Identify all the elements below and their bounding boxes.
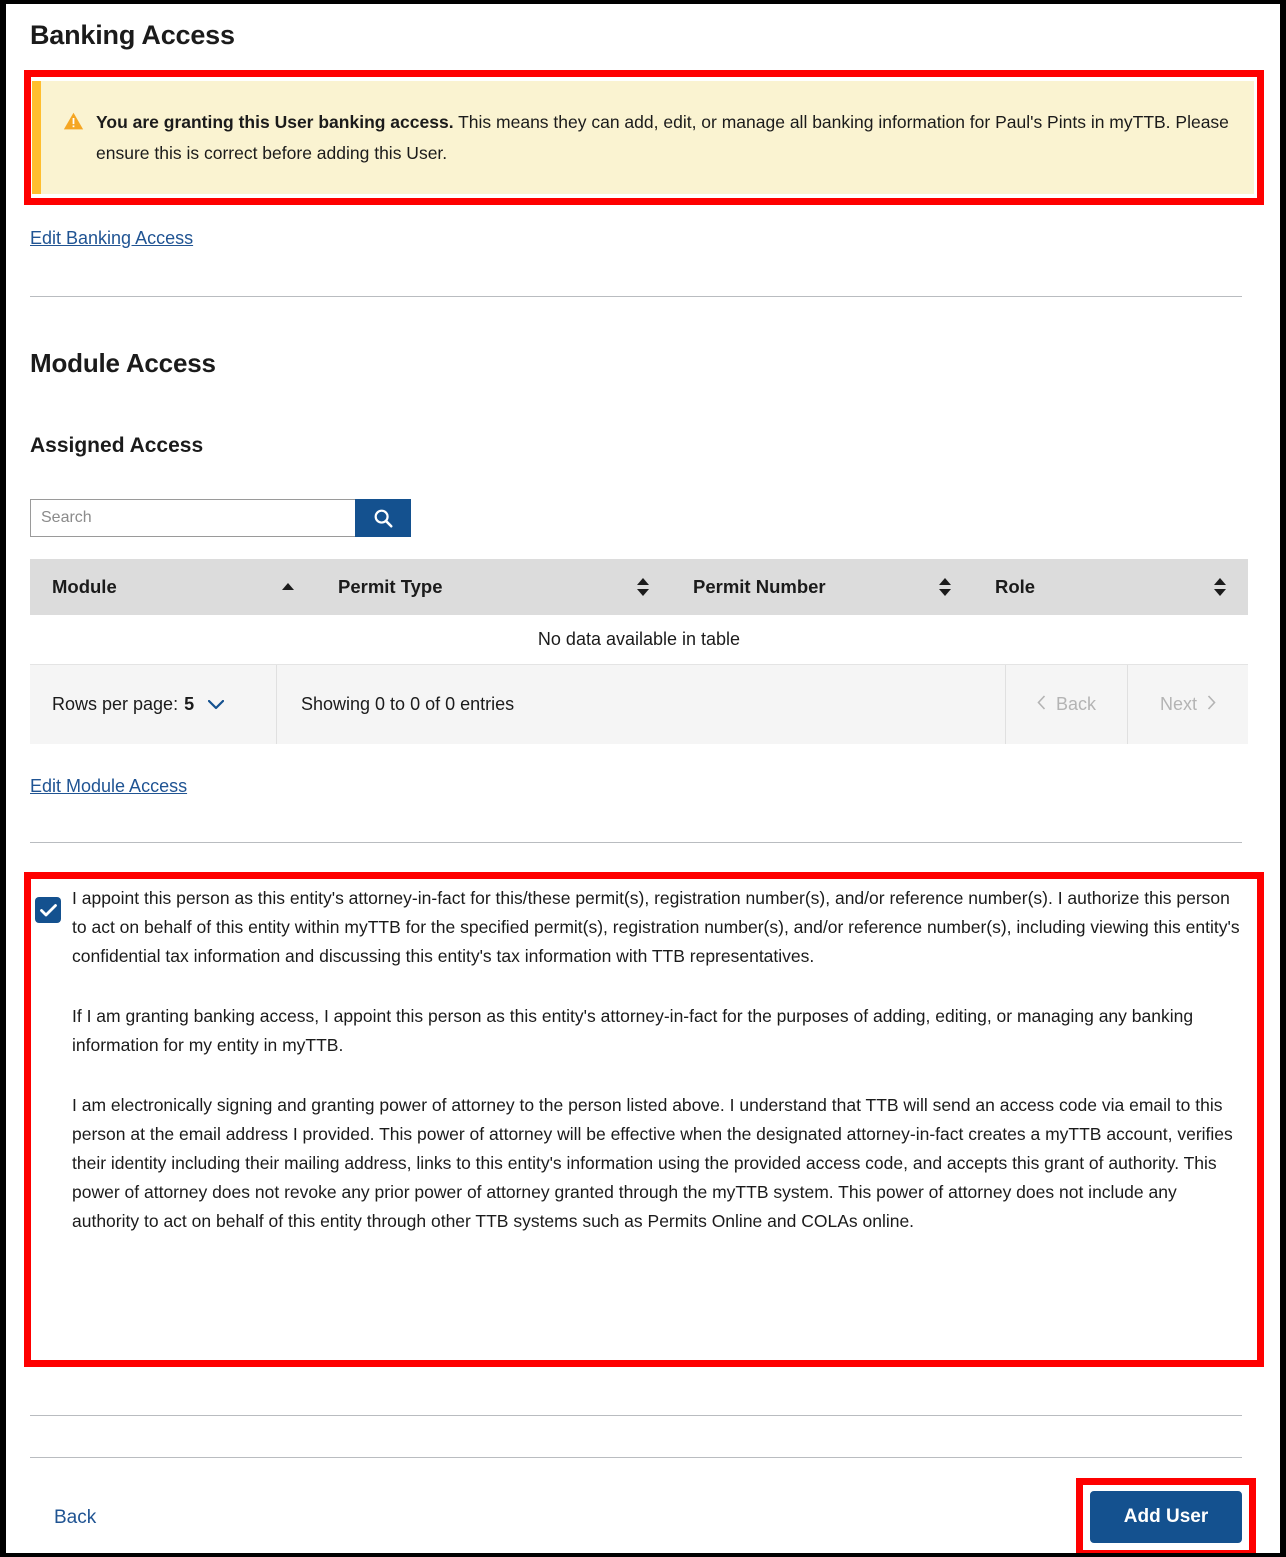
showing-entries-text: Showing 0 to 0 of 0 entries (277, 665, 1006, 744)
rows-per-page-label: Rows per page: (52, 694, 179, 714)
poa-paragraph-2: If I am granting banking access, I appoi… (72, 1006, 1194, 1055)
pagination-back-button[interactable]: Back (1006, 665, 1127, 744)
table-empty-message: No data available in table (30, 615, 1248, 664)
footer-divider-2 (30, 1457, 1242, 1458)
chevron-left-icon (1037, 694, 1046, 715)
rows-per-page-value: 5 (184, 694, 195, 714)
column-header-module[interactable]: Module (30, 559, 316, 615)
column-header-role-label: Role (995, 576, 1036, 597)
page-root: Banking Access You are granting this Use… (6, 4, 1280, 1553)
alert-bold-text: You are granting this User banking acces… (96, 112, 454, 132)
poa-paragraph-3: I am electronically signing and granting… (72, 1095, 1233, 1231)
check-icon (39, 903, 57, 916)
add-user-button[interactable]: Add User (1090, 1491, 1242, 1543)
chevron-down-icon (208, 699, 225, 710)
back-button[interactable]: Back (54, 1507, 96, 1529)
sort-both-icon (1214, 578, 1226, 596)
banking-access-alert-text: You are granting this User banking acces… (96, 107, 1236, 169)
sort-both-icon (637, 578, 649, 596)
table-pagination: Rows per page: 5 Showing 0 to 0 of 0 ent… (30, 664, 1248, 744)
rows-per-page-select[interactable]: Rows per page: 5 (30, 665, 277, 744)
warning-triangle-icon (63, 112, 84, 130)
pagination-next-label: Next (1159, 694, 1197, 714)
edit-banking-access-link[interactable]: Edit Banking Access (30, 228, 193, 249)
assigned-access-search (30, 499, 411, 537)
poa-consent-checkbox[interactable] (35, 897, 61, 923)
poa-consent-block: I appoint this person as this entity's a… (30, 884, 1246, 1236)
column-header-permit-number-label: Permit Number (693, 576, 826, 597)
column-header-role[interactable]: Role (973, 559, 1248, 615)
sort-asc-icon (282, 583, 294, 591)
footer-divider-1 (30, 1415, 1242, 1416)
column-header-module-label: Module (52, 576, 117, 597)
section-divider-1 (30, 296, 1242, 297)
search-button[interactable] (355, 499, 411, 537)
edit-module-access-link[interactable]: Edit Module Access (30, 776, 187, 797)
module-access-heading: Module Access (30, 348, 216, 378)
sort-both-icon (939, 578, 951, 596)
banking-access-alert: You are granting this User banking acces… (32, 81, 1254, 194)
poa-consent-text: I appoint this person as this entity's a… (72, 884, 1246, 1236)
column-header-permit-type[interactable]: Permit Type (316, 559, 671, 615)
pagination-next-button[interactable]: Next (1127, 665, 1248, 744)
search-icon (374, 509, 393, 528)
search-input[interactable] (30, 499, 355, 537)
table-header-row: Module Permit Type Permit Number Role (30, 559, 1248, 615)
column-header-permit-type-label: Permit Type (338, 576, 443, 597)
poa-paragraph-1: I appoint this person as this entity's a… (72, 888, 1240, 966)
assigned-access-subheading: Assigned Access (30, 434, 204, 457)
chevron-right-icon (1207, 694, 1216, 715)
assigned-access-table: Module Permit Type Permit Number Role No… (30, 559, 1248, 744)
column-header-permit-number[interactable]: Permit Number (671, 559, 973, 615)
section-divider-2 (30, 842, 1242, 843)
banking-access-heading: Banking Access (30, 20, 235, 50)
pagination-back-label: Back (1055, 694, 1097, 714)
